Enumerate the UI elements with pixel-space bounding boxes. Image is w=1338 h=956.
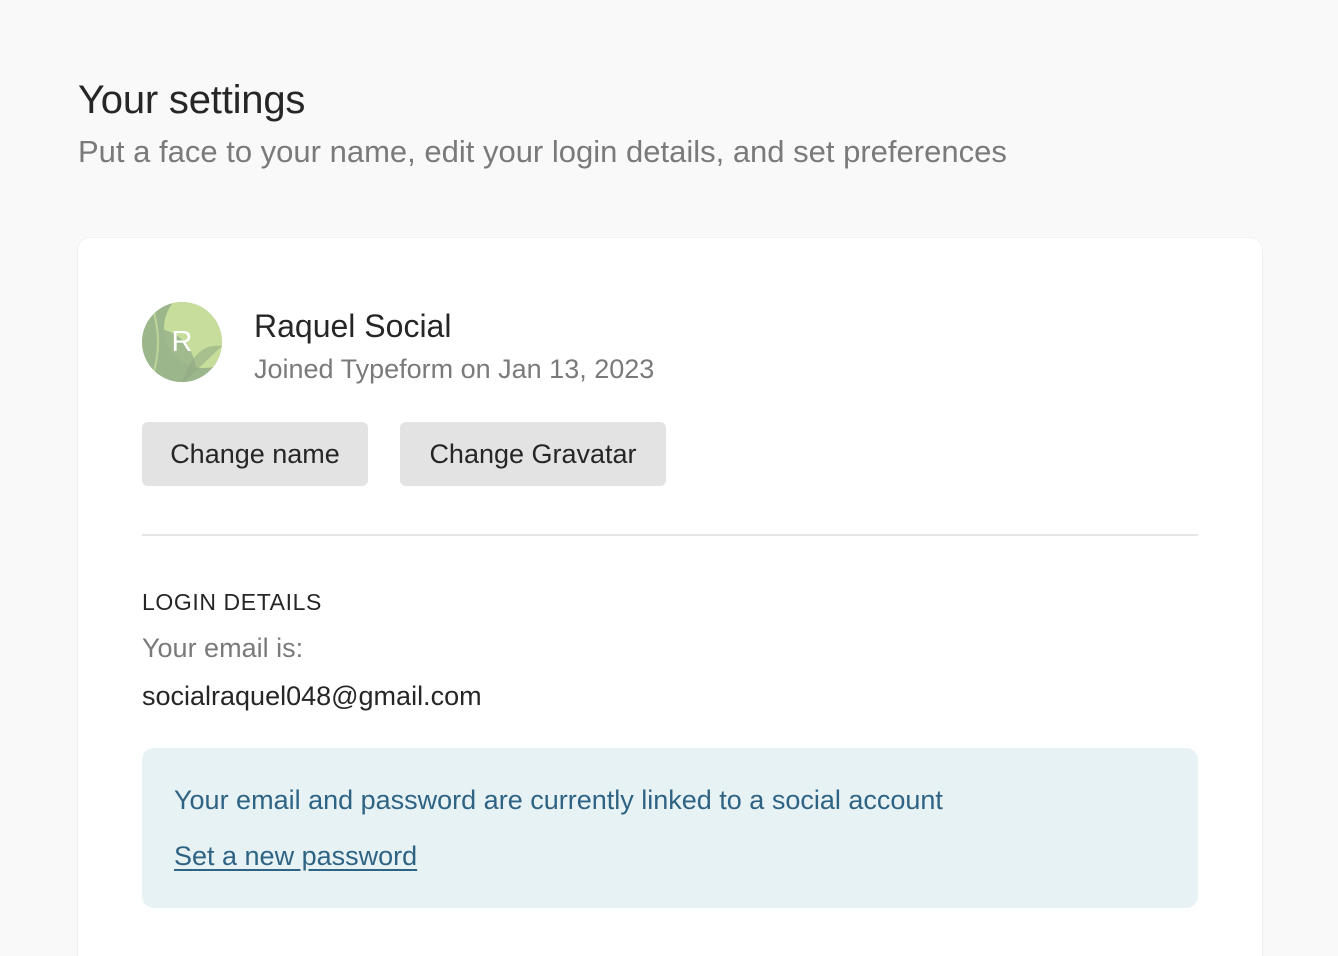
change-name-button[interactable]: Change name: [142, 422, 368, 486]
email-value: socialraquel048@gmail.com: [142, 681, 482, 711]
social-account-notice: Your email and password are currently li…: [142, 748, 1198, 908]
social-account-message: Your email and password are currently li…: [174, 785, 943, 815]
change-gravatar-button[interactable]: Change Gravatar: [400, 422, 666, 486]
login-details-heading: LOGIN DETAILS: [142, 589, 322, 615]
avatar[interactable]: R: [142, 302, 222, 382]
page-subtitle: Put a face to your name, edit your login…: [78, 134, 1007, 169]
page-title: Your settings: [78, 78, 306, 122]
avatar-initial: R: [171, 326, 193, 358]
settings-page: Your settings Put a face to your name, e…: [0, 0, 1338, 956]
joined-date: Joined Typeform on Jan 13, 2023: [254, 354, 655, 384]
set-new-password-link[interactable]: Set a new password: [174, 839, 417, 873]
user-name: Raquel Social: [254, 308, 452, 344]
profile-card: R Raquel Social Joined Typeform on Jan 1…: [78, 238, 1262, 956]
section-divider: [142, 534, 1198, 536]
email-label: Your email is:: [142, 633, 304, 663]
